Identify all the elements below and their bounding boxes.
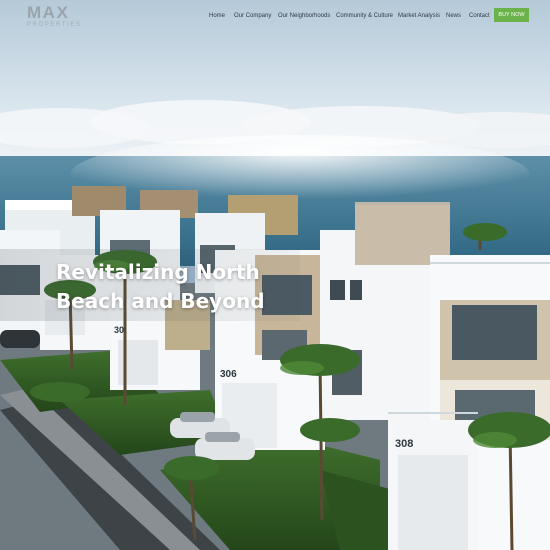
site-header: MAX PROPERTIES Home Our Company Our Neig… — [0, 0, 550, 32]
unit-number-308: 308 — [395, 438, 413, 450]
nav-item-contact[interactable]: Contact — [469, 12, 490, 20]
logo-tagline: PROPERTIES — [27, 22, 82, 28]
nav-item-news[interactable]: News — [446, 12, 461, 20]
unit-number-306: 306 — [220, 369, 237, 380]
nav-item-our-neighborhoods[interactable]: Our Neighborhoods — [278, 12, 330, 20]
hero-title-line-2: Beach and Beyond — [56, 289, 265, 313]
nav-item-our-company[interactable]: Our Company — [234, 12, 271, 20]
nav-item-market-analysis[interactable]: Market Analysis — [398, 12, 440, 20]
buy-now-button[interactable]: BUY NOW — [494, 8, 529, 22]
hero-title: Revitalizing North Beach and Beyond — [56, 258, 356, 316]
nav-item-community-culture[interactable]: Community & Culture — [336, 12, 393, 20]
hero-title-line-1: Revitalizing North — [56, 260, 260, 284]
homepage: 308 306 30 MAX PROPERTIES Home Our Compa… — [0, 0, 550, 550]
main-nav: Home Our Company Our Neighborhoods Commu… — [0, 12, 550, 22]
nav-item-home[interactable]: Home — [209, 12, 225, 20]
unit-number-30: 30 — [114, 325, 124, 335]
